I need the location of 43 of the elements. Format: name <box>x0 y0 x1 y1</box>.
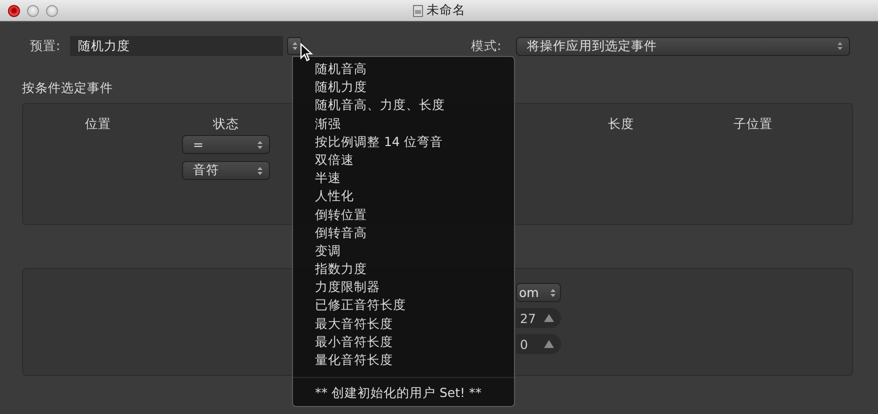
operation-popup[interactable]: om <box>516 283 561 302</box>
menu-item[interactable]: 人性化 <box>293 187 514 206</box>
menu-item[interactable]: 倒转音高 <box>293 224 514 242</box>
menu-item[interactable]: 随机力度 <box>293 78 514 96</box>
menu-item[interactable]: 指数力度 <box>293 260 514 278</box>
up-down-arrows-icon <box>257 140 263 150</box>
up-down-arrows-icon <box>257 166 263 176</box>
value-stepper[interactable]: 0 <box>516 334 561 354</box>
column-header: 长度 <box>607 115 635 133</box>
menu-item[interactable]: ** 创建初始化的用户 Set! ** <box>293 384 514 402</box>
mode-popup[interactable]: 将操作应用到选定事件 <box>516 36 850 56</box>
preset-label: 预置: <box>30 38 62 54</box>
menu-item[interactable]: 双倍速 <box>293 150 514 170</box>
menu-item[interactable]: 渐强 <box>293 114 514 133</box>
column-header: 位置 <box>84 115 112 133</box>
preset-field[interactable]: 随机力度 <box>70 36 283 56</box>
status-popup[interactable]: = <box>182 135 270 154</box>
preset-menu-button[interactable] <box>287 37 302 55</box>
menu-item[interactable]: 量化音符长度 <box>293 351 514 370</box>
column-header: 状态 <box>212 115 240 133</box>
close-button[interactable] <box>8 4 20 16</box>
column-header: 子位置 <box>732 115 774 133</box>
menu-item[interactable]: 变调 <box>293 242 514 260</box>
document-icon <box>412 4 422 16</box>
menu-item[interactable]: 最小音符长度 <box>293 332 514 351</box>
up-arrow-icon <box>544 314 554 322</box>
menu-item[interactable]: 力度限制器 <box>293 278 514 296</box>
up-down-arrows-icon <box>292 41 298 51</box>
menu-item[interactable]: 随机音高、力度、长度 <box>293 96 514 115</box>
menu-item[interactable]: 半速 <box>293 169 514 188</box>
up-down-arrows-icon <box>837 41 843 51</box>
menu-item[interactable]: 随机音高 <box>293 60 514 78</box>
menu-item[interactable]: 已修正音符长度 <box>293 296 514 315</box>
value-stepper[interactable]: 27 <box>516 308 561 328</box>
up-down-arrows-icon <box>550 288 556 298</box>
menu-item[interactable]: 倒转位置 <box>293 206 514 224</box>
menu-item[interactable]: 最大音符长度 <box>293 314 514 333</box>
status-popup[interactable]: 音符 <box>182 161 270 180</box>
up-arrow-icon <box>544 340 554 348</box>
section-title: 按条件选定事件 <box>22 79 113 97</box>
mode-label: 模式: <box>471 38 502 54</box>
window-title: 未命名 <box>426 2 466 19</box>
menu-item[interactable]: 按比例调整 14 位弯音 <box>293 132 514 151</box>
